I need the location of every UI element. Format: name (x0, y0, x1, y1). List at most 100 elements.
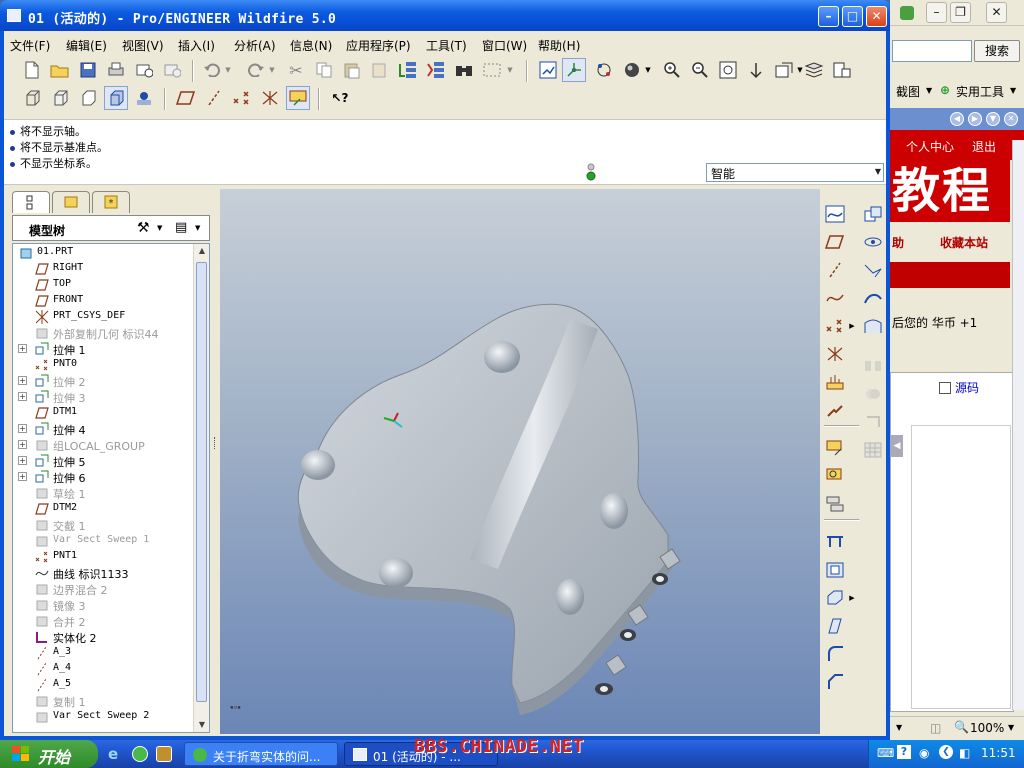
zoom-level[interactable]: 100% (970, 721, 1004, 735)
regen-manager-icon[interactable] (424, 58, 448, 82)
part-model[interactable]: ▪▫▪ (220, 189, 820, 734)
splitter-grip[interactable] (214, 437, 217, 449)
start-button[interactable]: 开始 (0, 740, 98, 768)
datum-plane-display-icon[interactable] (174, 86, 198, 110)
dropdown-icon[interactable]: ▼ (896, 723, 902, 732)
tree-item[interactable]: + 拉伸 5 (13, 453, 193, 469)
boundary-blend-icon[interactable] (860, 313, 886, 339)
shell-icon[interactable] (822, 557, 848, 583)
open-folder-icon[interactable] (48, 58, 72, 82)
help-icon[interactable]: ? (897, 745, 911, 759)
spin-center-icon[interactable] (562, 58, 586, 82)
window-titlebar[interactable]: 01 (活动的) - Pro/ENGINEER Wildfire 5.0 – □… (0, 0, 890, 31)
nav-logout[interactable]: 退出 (972, 138, 996, 155)
tree-item[interactable]: TOP (13, 277, 193, 293)
back-icon[interactable]: ◀ (950, 112, 964, 126)
pattern-icon[interactable] (860, 437, 886, 463)
round-icon[interactable] (822, 641, 848, 667)
maximize-button[interactable]: □ (842, 6, 863, 27)
refit-icon[interactable] (716, 58, 740, 82)
print-icon[interactable] (104, 58, 128, 82)
tree-item[interactable]: Var Sect Sweep 1 (13, 533, 193, 549)
source-checkbox[interactable] (939, 382, 951, 394)
close-button[interactable]: ✕ (866, 6, 887, 27)
network-icon[interactable]: ◉ (919, 746, 929, 760)
paste-special-icon[interactable] (368, 58, 392, 82)
browser-search-input[interactable] (892, 40, 972, 62)
tree-item[interactable]: FRONT (13, 293, 193, 309)
menu-window[interactable]: 窗口(W) (482, 37, 527, 54)
datum-axis-display-icon[interactable] (202, 86, 226, 110)
menu-analysis[interactable]: 分析(A) (234, 37, 276, 54)
tree-item[interactable]: Var Sect Sweep 2 (13, 709, 193, 725)
new-file-icon[interactable] (20, 58, 44, 82)
model-tree-scrollbar[interactable]: ▲ ▼ (193, 244, 209, 732)
tree-item[interactable]: 复制 1 (13, 693, 193, 709)
tree-item[interactable]: 01.PRT (13, 245, 193, 261)
expand-icon[interactable]: + (18, 456, 27, 465)
close-icon[interactable]: ✕ (1004, 112, 1018, 126)
utility-tools[interactable]: 实用工具 (956, 83, 1004, 100)
revolve-icon[interactable] (860, 229, 886, 255)
note-icon[interactable] (822, 435, 848, 461)
expand-icon[interactable]: + (18, 392, 27, 401)
keyboard-icon[interactable]: ⌨ (877, 746, 894, 760)
restore-icon[interactable]: ❐ (950, 2, 971, 23)
merge-icon[interactable] (860, 381, 886, 407)
tree-item[interactable]: 交截 1 (13, 517, 193, 533)
undo-dropdown-icon[interactable]: ▼ (222, 58, 234, 82)
settings-dropdown-icon[interactable]: ▼ (157, 224, 162, 232)
tree-item[interactable]: RIGHT (13, 261, 193, 277)
tree-item[interactable]: A_4 (13, 661, 193, 677)
save-icon[interactable] (76, 58, 100, 82)
sketch-datum-icon[interactable] (822, 201, 848, 227)
shading-dropdown-icon[interactable]: ▼ (642, 58, 654, 82)
screenshot-tool[interactable]: 截图 (896, 83, 920, 100)
show-icon[interactable]: ▤ (175, 220, 187, 235)
model-display-icon[interactable] (132, 86, 156, 110)
tree-item[interactable]: A_5 (13, 677, 193, 693)
tree-item[interactable]: + 拉伸 1 (13, 341, 193, 357)
csys-display-icon[interactable] (258, 86, 282, 110)
blend-icon[interactable] (860, 285, 886, 311)
layers-icon[interactable] (802, 58, 826, 82)
flange-icon[interactable] (822, 529, 848, 555)
wireframe-icon[interactable] (20, 86, 44, 110)
expand-icon[interactable]: + (18, 424, 27, 433)
tree-item[interactable]: 草绘 1 (13, 485, 193, 501)
menu-view[interactable]: 视图(V) (122, 37, 164, 54)
tree-item[interactable]: 实体化 2 (13, 629, 193, 645)
close-icon[interactable]: ✕ (986, 2, 1007, 23)
datum-point-display-icon[interactable] (230, 86, 254, 110)
surface-finish-icon[interactable] (822, 491, 848, 517)
tree-item[interactable]: 镜像 3 (13, 597, 193, 613)
show-dropdown-icon[interactable]: ▼ (195, 224, 200, 232)
scroll-down-icon[interactable]: ▼ (195, 718, 209, 732)
shaded-icon[interactable] (104, 86, 128, 110)
datum-axis-icon[interactable] (822, 257, 848, 283)
collapse-button[interactable]: ◀ (891, 435, 903, 457)
tree-item[interactable]: + 组LOCAL_GROUP (13, 437, 193, 453)
dropdown-icon[interactable]: ▼ (926, 86, 932, 95)
help-link[interactable]: 助 (892, 234, 904, 251)
tree-item[interactable]: 边界混合 2 (13, 581, 193, 597)
minimize-icon[interactable]: – (926, 2, 947, 23)
dropdown-icon[interactable]: ▼ (1008, 723, 1014, 732)
view-manager-icon[interactable] (830, 58, 854, 82)
undo-icon[interactable] (200, 58, 224, 82)
browser-quicklaunch-icon[interactable] (132, 746, 148, 762)
graphics-viewport[interactable]: ▪▫▪ (220, 189, 820, 734)
tree-item[interactable]: + 拉伸 6 (13, 469, 193, 485)
tree-item[interactable]: 曲线 标识1133 (13, 565, 193, 581)
menu-tools[interactable]: 工具(T) (426, 37, 467, 54)
browser-scrollbar[interactable] (1012, 140, 1024, 710)
send-link-icon[interactable] (160, 58, 184, 82)
select-dropdown-icon[interactable]: ▼ (504, 58, 516, 82)
browser-search-button[interactable]: 搜索 (974, 40, 1020, 62)
csys-icon[interactable] (822, 341, 848, 367)
orient-mode-icon[interactable] (592, 58, 616, 82)
scroll-thumb[interactable] (196, 262, 207, 702)
settings-icon[interactable]: ⚒ (137, 220, 150, 236)
shading-icon[interactable] (620, 58, 644, 82)
panel-splitter[interactable] (212, 189, 220, 734)
